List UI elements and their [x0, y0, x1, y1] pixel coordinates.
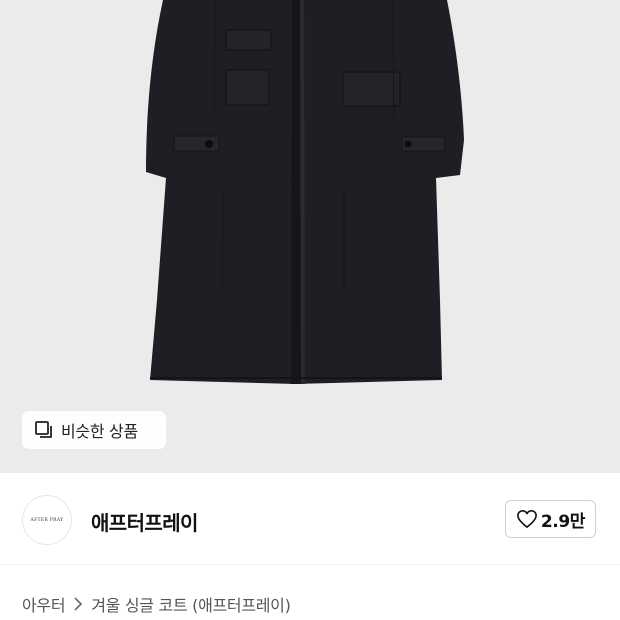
- brand-logo[interactable]: AFTER PRAY: [22, 495, 72, 545]
- like-button[interactable]: 2.9만: [504, 500, 596, 538]
- chevron-right-icon: [73, 597, 83, 611]
- coat-illustration: [146, 0, 464, 384]
- brand-logo-text: AFTER PRAY: [30, 517, 64, 523]
- similar-products-label: 비슷한 상품: [61, 422, 138, 441]
- brand-row: AFTER PRAY 애프터프레이 2.9만: [0, 473, 620, 565]
- breadcrumb-title: 겨울 싱글 코트 (애프터프레이): [91, 596, 291, 615]
- breadcrumb-category[interactable]: 아우터: [22, 592, 66, 616]
- similar-products-button[interactable]: 비슷한 상품: [22, 411, 166, 449]
- similar-products-icon: [34, 420, 54, 440]
- breadcrumb: 아우터 겨울 싱글 코트 (애프터프레이): [22, 592, 291, 616]
- heart-outline-icon: [516, 509, 538, 529]
- product-image[interactable]: 비슷한 상품: [0, 0, 620, 473]
- brand-name[interactable]: 애프터프레이: [91, 507, 198, 536]
- like-count: 2.9만: [540, 511, 586, 532]
